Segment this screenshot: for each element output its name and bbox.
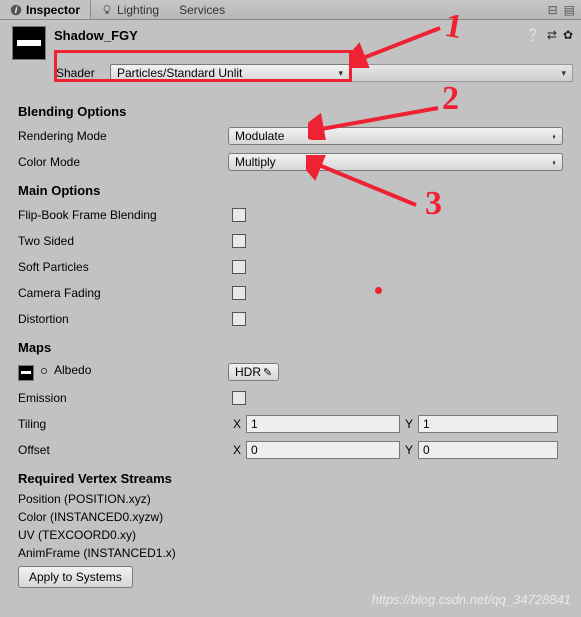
shader-dropdown[interactable]: Particles/Standard Unlit <box>110 64 350 82</box>
camerafading-label: Camera Fading <box>18 286 228 300</box>
distortion-label: Distortion <box>18 312 228 326</box>
shader-label: Shader <box>56 66 110 80</box>
offset-label: Offset <box>18 443 228 457</box>
row-rendering-mode: Rendering Mode Modulate <box>18 123 563 149</box>
apply-label: Apply to Systems <box>29 570 122 584</box>
tab-lighting[interactable]: Lighting <box>91 0 169 19</box>
albedo-label: Albedo <box>18 363 228 381</box>
row-flipbook: Flip-Book Frame Blending <box>18 202 563 228</box>
maps-heading: Maps <box>18 340 563 355</box>
hdr-color-button[interactable]: HDR ✎ <box>228 363 279 381</box>
tab-services[interactable]: Services <box>169 0 235 19</box>
gear-icon[interactable]: ✿ <box>563 28 573 42</box>
color-mode-dropdown[interactable]: Multiply <box>228 153 563 171</box>
info-icon: i <box>10 4 22 16</box>
color-mode-label: Color Mode <box>18 155 228 169</box>
shader-value: Particles/Standard Unlit <box>117 66 242 80</box>
lightbulb-icon <box>101 4 113 16</box>
flipbook-label: Flip-Book Frame Blending <box>18 208 228 222</box>
albedo-texture-slot[interactable] <box>18 365 34 381</box>
tiling-y-input[interactable] <box>418 415 558 433</box>
stream-color: Color (INSTANCED0.xyzw) <box>18 508 563 526</box>
emission-label: Emission <box>18 391 228 405</box>
softparticles-checkbox[interactable] <box>232 260 246 274</box>
camerafading-checkbox[interactable] <box>232 286 246 300</box>
hdr-text: HDR <box>235 365 261 379</box>
streams-list: Position (POSITION.xyz) Color (INSTANCED… <box>18 490 563 562</box>
watermark: https://blog.csdn.net/qq_34728841 <box>372 592 572 607</box>
row-albedo: Albedo HDR ✎ <box>18 359 563 385</box>
twosided-label: Two Sided <box>18 234 228 248</box>
tab-label: Services <box>179 3 225 17</box>
distortion-checkbox[interactable] <box>232 312 246 326</box>
header-icons: ❔ ⇄ ✿ <box>526 26 573 42</box>
rendering-mode-value: Modulate <box>235 129 284 143</box>
material-preview[interactable] <box>12 26 46 60</box>
row-softparticles: Soft Particles <box>18 254 563 280</box>
shader-row: Shader Particles/Standard Unlit <box>56 64 573 82</box>
lock-icon[interactable]: ⊟ <box>548 3 558 17</box>
preset-icon[interactable]: ⇄ <box>547 28 557 42</box>
emission-checkbox[interactable] <box>232 391 246 405</box>
softparticles-label: Soft Particles <box>18 260 228 274</box>
stream-animframe: AnimFrame (INSTANCED1.x) <box>18 544 563 562</box>
row-tiling: Tiling X Y <box>18 411 563 437</box>
row-offset: Offset X Y <box>18 437 563 463</box>
offset-x-label: X <box>228 443 246 457</box>
rendering-mode-dropdown[interactable]: Modulate <box>228 127 563 145</box>
twosided-checkbox[interactable] <box>232 234 246 248</box>
context-menu-icon[interactable]: ▤ <box>564 3 575 17</box>
tiling-x-label: X <box>228 417 246 431</box>
tiling-x-input[interactable] <box>246 415 400 433</box>
apply-to-systems-button[interactable]: Apply to Systems <box>18 566 133 588</box>
section-blending: Blending Options Rendering Mode Modulate… <box>0 90 581 590</box>
tab-right: ⊟ ▤ <box>548 3 581 17</box>
offset-y-label: Y <box>400 443 418 457</box>
tab-inspector[interactable]: i Inspector <box>0 0 91 19</box>
row-distortion: Distortion <box>18 306 563 332</box>
tiling-y-label: Y <box>400 417 418 431</box>
row-emission: Emission <box>18 385 563 411</box>
help-icon[interactable]: ❔ <box>526 28 541 42</box>
blending-heading: Blending Options <box>18 104 563 119</box>
main-heading: Main Options <box>18 183 563 198</box>
tiling-label: Tiling <box>18 417 228 431</box>
tab-label: Lighting <box>117 3 159 17</box>
shader-dropdown-extended[interactable] <box>350 64 573 82</box>
rendering-mode-label: Rendering Mode <box>18 129 228 143</box>
row-camerafading: Camera Fading <box>18 280 563 306</box>
row-color-mode: Color Mode Multiply <box>18 149 563 175</box>
color-mode-value: Multiply <box>235 155 276 169</box>
stream-position: Position (POSITION.xyz) <box>18 490 563 508</box>
tab-bar: i Inspector Lighting Services ⊟ ▤ <box>0 0 581 20</box>
tab-label: Inspector <box>26 3 80 17</box>
offset-x-input[interactable] <box>246 441 400 459</box>
streams-heading: Required Vertex Streams <box>18 471 563 486</box>
eyedropper-icon: ✎ <box>263 366 272 379</box>
material-header: Shadow_FGY ❔ ⇄ ✿ <box>0 20 581 60</box>
material-name: Shadow_FGY <box>54 26 138 43</box>
albedo-text: Albedo <box>54 363 91 377</box>
stream-uv: UV (TEXCOORD0.xy) <box>18 526 563 544</box>
flipbook-checkbox[interactable] <box>232 208 246 222</box>
albedo-picker-icon[interactable] <box>41 368 47 374</box>
offset-y-input[interactable] <box>418 441 558 459</box>
row-twosided: Two Sided <box>18 228 563 254</box>
